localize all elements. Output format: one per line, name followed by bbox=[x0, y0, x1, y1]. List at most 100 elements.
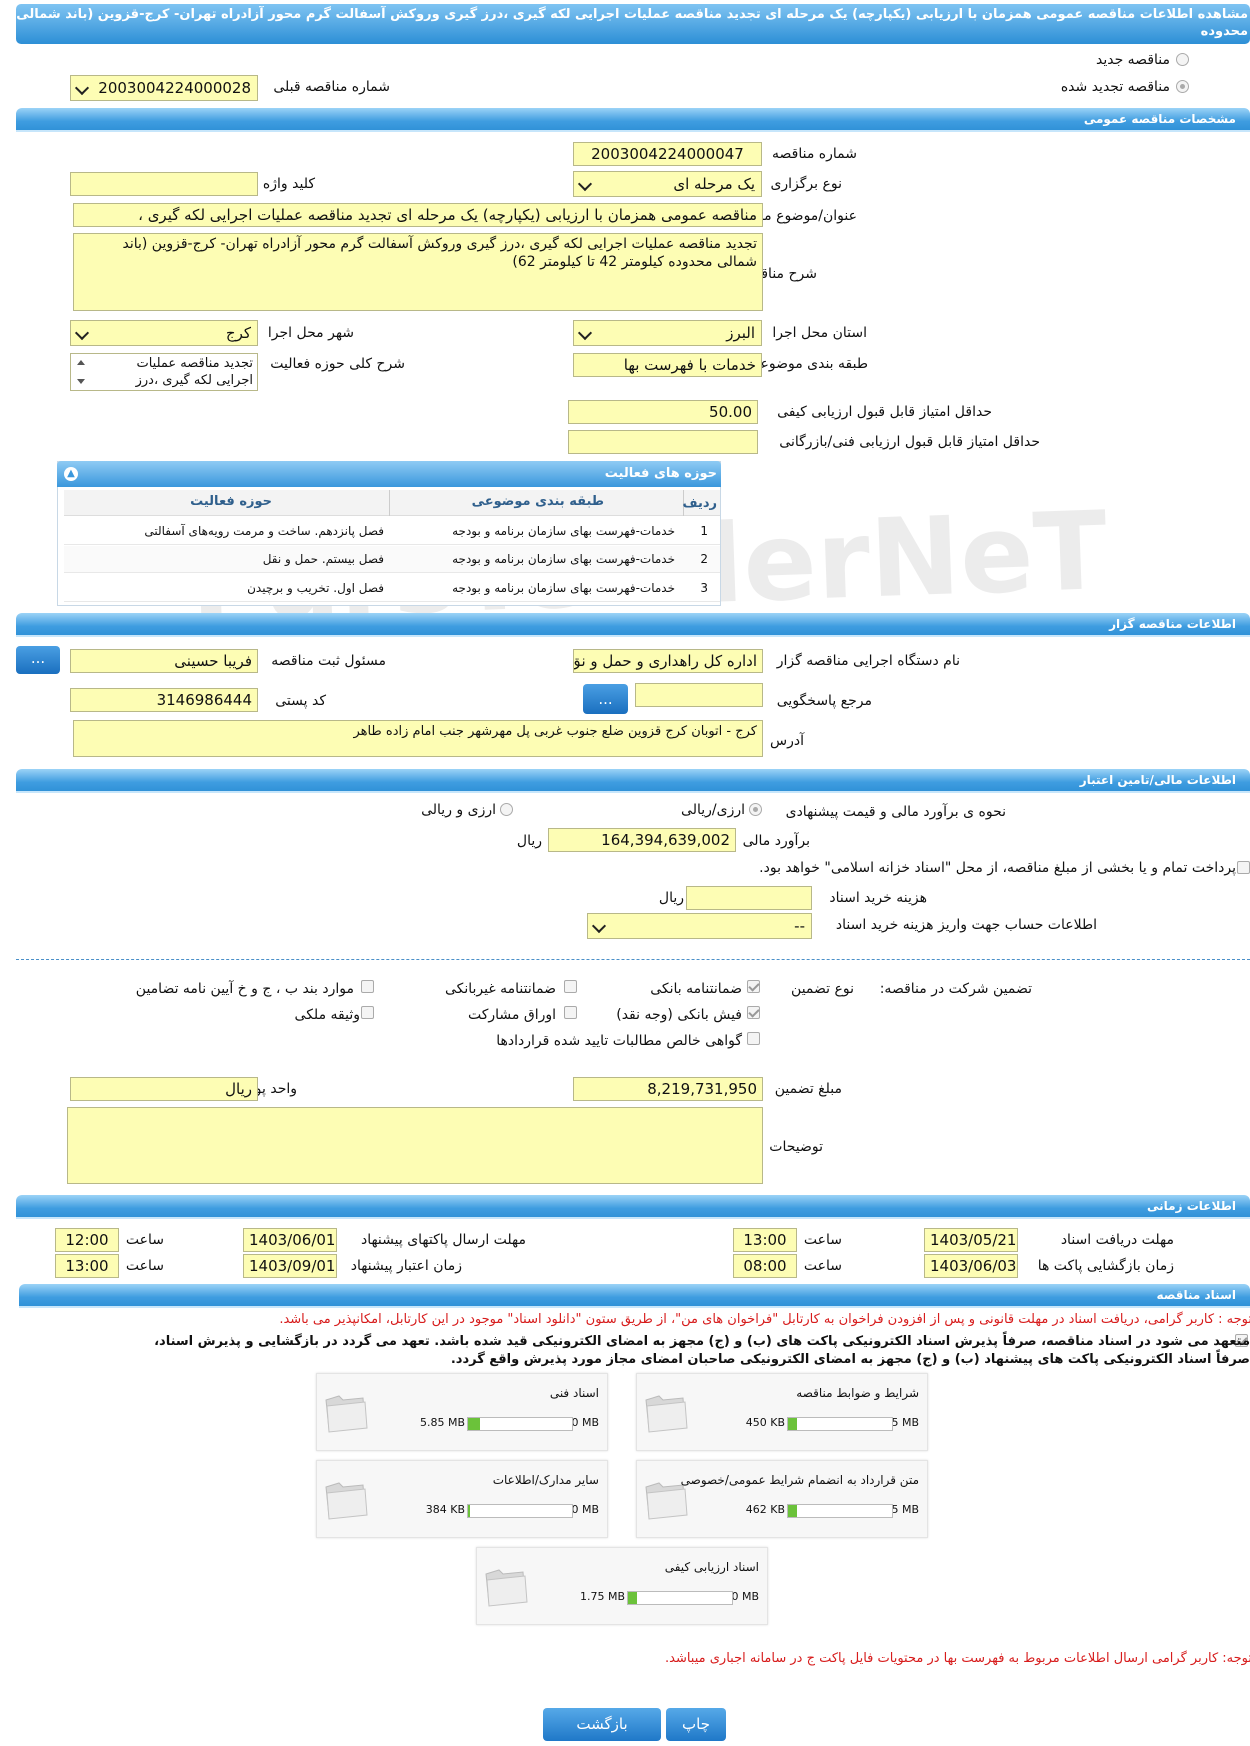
property-checkbox[interactable] bbox=[361, 1006, 374, 1019]
new-tender-radio[interactable] bbox=[1176, 53, 1189, 66]
doc-title: اسناد ارزیابی کیفی bbox=[664, 1560, 759, 1574]
doc-size: 1.75 MB bbox=[579, 1590, 625, 1603]
table-row[interactable]: 1 خدمات-فهرست بهای سازمان برنامه و بودجه ف… bbox=[64, 518, 720, 545]
notes-field[interactable] bbox=[67, 1107, 763, 1184]
org-name-field[interactable]: اداره کل راهداری و حمل و نق bbox=[573, 649, 763, 673]
doc-card-quality[interactable]: اسناد ارزیابی کیفی 20 MB 1.75 MB bbox=[476, 1547, 768, 1625]
activities-title: حوزه های فعالیت bbox=[604, 466, 717, 481]
account-select[interactable]: -- bbox=[587, 913, 812, 939]
claims-checkbox[interactable] bbox=[747, 1032, 760, 1045]
prev-tender-label: شماره مناقصه قبلی bbox=[273, 79, 390, 95]
keyword-field[interactable] bbox=[70, 172, 258, 196]
col-category-header: طبقه بندی موضوعی bbox=[471, 494, 604, 509]
organizer-section-header: اطلاعات مناقصه گزار bbox=[16, 613, 1250, 637]
doc-card-contract[interactable]: متن قرارداد به انضمام شرایط عمومی/خصوصی … bbox=[636, 1460, 928, 1538]
guarantee-amount-field[interactable]: 8,219,731,950 bbox=[573, 1077, 763, 1101]
responsible-lookup-button[interactable]: ... bbox=[16, 646, 60, 674]
address-field[interactable]: کرج - اتوبان کرج قزوین ضلع جنوب غربی پل … bbox=[73, 720, 763, 757]
receive-deadline-label: مهلت دریافت اسناد bbox=[1060, 1232, 1174, 1248]
currency-field[interactable]: ریال bbox=[70, 1077, 258, 1101]
city-label: شهر محل اجرا bbox=[267, 325, 354, 341]
scroll-up-icon[interactable] bbox=[77, 360, 85, 365]
general-section-header: مشخصات مناقصه عمومی bbox=[16, 108, 1250, 132]
non-bank-guarantee-checkbox[interactable] bbox=[564, 980, 577, 993]
treasury-checkbox[interactable] bbox=[1237, 861, 1250, 874]
property-label: وثیقه ملکی bbox=[294, 1007, 360, 1023]
doc-max-size: 5 MB bbox=[891, 1416, 919, 1429]
opening-hour-label: ساعت bbox=[803, 1258, 842, 1274]
estimate-unit: ریال bbox=[516, 833, 542, 849]
chevron-down-icon bbox=[74, 325, 90, 341]
renewed-tender-radio[interactable] bbox=[1176, 80, 1189, 93]
responsible-field[interactable]: فریبا حسینی bbox=[70, 649, 258, 673]
province-select[interactable]: البرز bbox=[573, 320, 762, 346]
doc-card-technical[interactable]: اسناد فنی 50 MB 5.85 MB bbox=[316, 1373, 608, 1451]
address-label: آدرس bbox=[770, 733, 804, 749]
postal-code-label: کد پستی bbox=[275, 693, 326, 709]
postal-code-field[interactable]: 3146986444 bbox=[70, 688, 258, 712]
doc-fee-field[interactable] bbox=[686, 886, 812, 910]
receive-date-field[interactable]: 1403/05/21 bbox=[924, 1228, 1018, 1252]
subject-field[interactable]: مناقصه عمومی همزمان با ارزیابی (یکپارچه)… bbox=[73, 203, 763, 227]
activity-desc-field[interactable]: تجدید مناقصه عملیات اجرایی لکه گیری ،درز bbox=[70, 353, 258, 391]
docs-section-header: اسناد مناقصه bbox=[19, 1284, 1250, 1308]
guarantee-amount-label: مبلغ تضمین bbox=[774, 1081, 842, 1097]
doc-progress bbox=[787, 1504, 893, 1518]
new-tender-label: مناقصه جدید bbox=[1095, 52, 1170, 68]
col-row-header: ردیف bbox=[682, 496, 717, 511]
doc-title: سایر مدارک/اطلاعات bbox=[492, 1473, 599, 1487]
doc-card-terms[interactable]: شرایط و ضوابط مناقصه 5 MB 450 KB bbox=[636, 1373, 928, 1451]
opening-hour-field[interactable]: 08:00 bbox=[733, 1254, 797, 1278]
doc-title: متن قرارداد به انضمام شرایط عمومی/خصوصی bbox=[680, 1473, 919, 1487]
table-row[interactable]: 3 خدمات-فهرست بهای سازمان برنامه و بودجه ف… bbox=[64, 575, 720, 602]
non-bank-guarantee-label: ضمانتنامه غیربانکی bbox=[444, 981, 556, 997]
currency-and-rial-label: ارزی و ریالی bbox=[421, 802, 496, 818]
account-label: اطلاعات حساب جهت واریز هزینه خرید اسناد bbox=[835, 917, 1097, 933]
prev-tender-select[interactable]: 2003004224000028 bbox=[70, 75, 258, 101]
min-tech-field[interactable] bbox=[568, 430, 758, 454]
bonds-checkbox[interactable] bbox=[564, 1006, 577, 1019]
chevron-down-icon bbox=[577, 176, 593, 192]
scroll-down-icon[interactable] bbox=[77, 379, 85, 384]
tender-number-field[interactable]: 2003004224000047 bbox=[573, 142, 762, 166]
city-select[interactable]: کرج bbox=[70, 320, 258, 346]
bonds-label: اوراق مشارکت bbox=[467, 1007, 556, 1023]
validity-date-field[interactable]: 1403/09/01 bbox=[243, 1254, 337, 1278]
doc-progress bbox=[627, 1591, 733, 1605]
validity-time-field[interactable]: 13:00 bbox=[55, 1254, 119, 1278]
min-quality-field[interactable]: 50.00 bbox=[568, 400, 758, 424]
folder-icon bbox=[325, 1395, 368, 1433]
currency-rial-radio[interactable] bbox=[749, 803, 762, 816]
docs-note-2: توجه: کاربر گرامی ارسال اطلاعات مربوط به… bbox=[665, 1651, 1250, 1666]
bank-receipt-checkbox[interactable] bbox=[747, 1006, 760, 1019]
currency-and-rial-radio[interactable] bbox=[500, 803, 513, 816]
back-button[interactable]: بازگشت bbox=[543, 1708, 661, 1741]
reference-label: مرجع پاسخگویی bbox=[776, 693, 872, 709]
reference-lookup-button[interactable]: ... bbox=[583, 684, 628, 714]
bank-guarantee-label: ضمانتنامه بانکی bbox=[650, 981, 742, 997]
send-time-field[interactable]: 12:00 bbox=[55, 1228, 119, 1252]
doc-progress bbox=[467, 1504, 573, 1518]
receive-time-field[interactable]: 13:00 bbox=[733, 1228, 797, 1252]
tender-number-label: شماره مناقصه bbox=[772, 146, 857, 162]
holding-type-select[interactable]: یک مرحله ای bbox=[573, 171, 762, 197]
opening-date-field[interactable]: 1403/06/03 bbox=[924, 1254, 1018, 1278]
collapse-icon[interactable]: ▲ bbox=[64, 467, 78, 481]
chevron-down-icon bbox=[74, 80, 90, 96]
estimate-label: برآورد مالی bbox=[742, 833, 810, 849]
doc-size: 450 KB bbox=[745, 1416, 785, 1429]
category-field[interactable]: خدمات با فهرست بها bbox=[573, 353, 762, 377]
doc-card-other[interactable]: سایر مدارک/اطلاعات 50 MB 384 KB bbox=[316, 1460, 608, 1538]
doc-progress-fill bbox=[788, 1505, 798, 1517]
table-row[interactable]: 2 خدمات-فهرست بهای سازمان برنامه و بودجه ف… bbox=[64, 546, 720, 573]
description-field[interactable]: تجدید مناقصه عملیات اجرایی لکه گیری ،درز… bbox=[73, 233, 763, 311]
send-time-label: ساعت bbox=[125, 1232, 164, 1248]
bank-guarantee-checkbox[interactable] bbox=[747, 980, 760, 993]
doc-progress-fill bbox=[628, 1592, 638, 1604]
estimate-field[interactable]: 164,394,639,002 bbox=[548, 828, 736, 852]
send-date-field[interactable]: 1403/06/01 bbox=[243, 1228, 337, 1252]
print-button[interactable]: چاپ bbox=[666, 1708, 726, 1741]
reference-field[interactable] bbox=[635, 683, 763, 707]
doc-progress-fill bbox=[468, 1505, 471, 1517]
clauses-checkbox[interactable] bbox=[361, 980, 374, 993]
